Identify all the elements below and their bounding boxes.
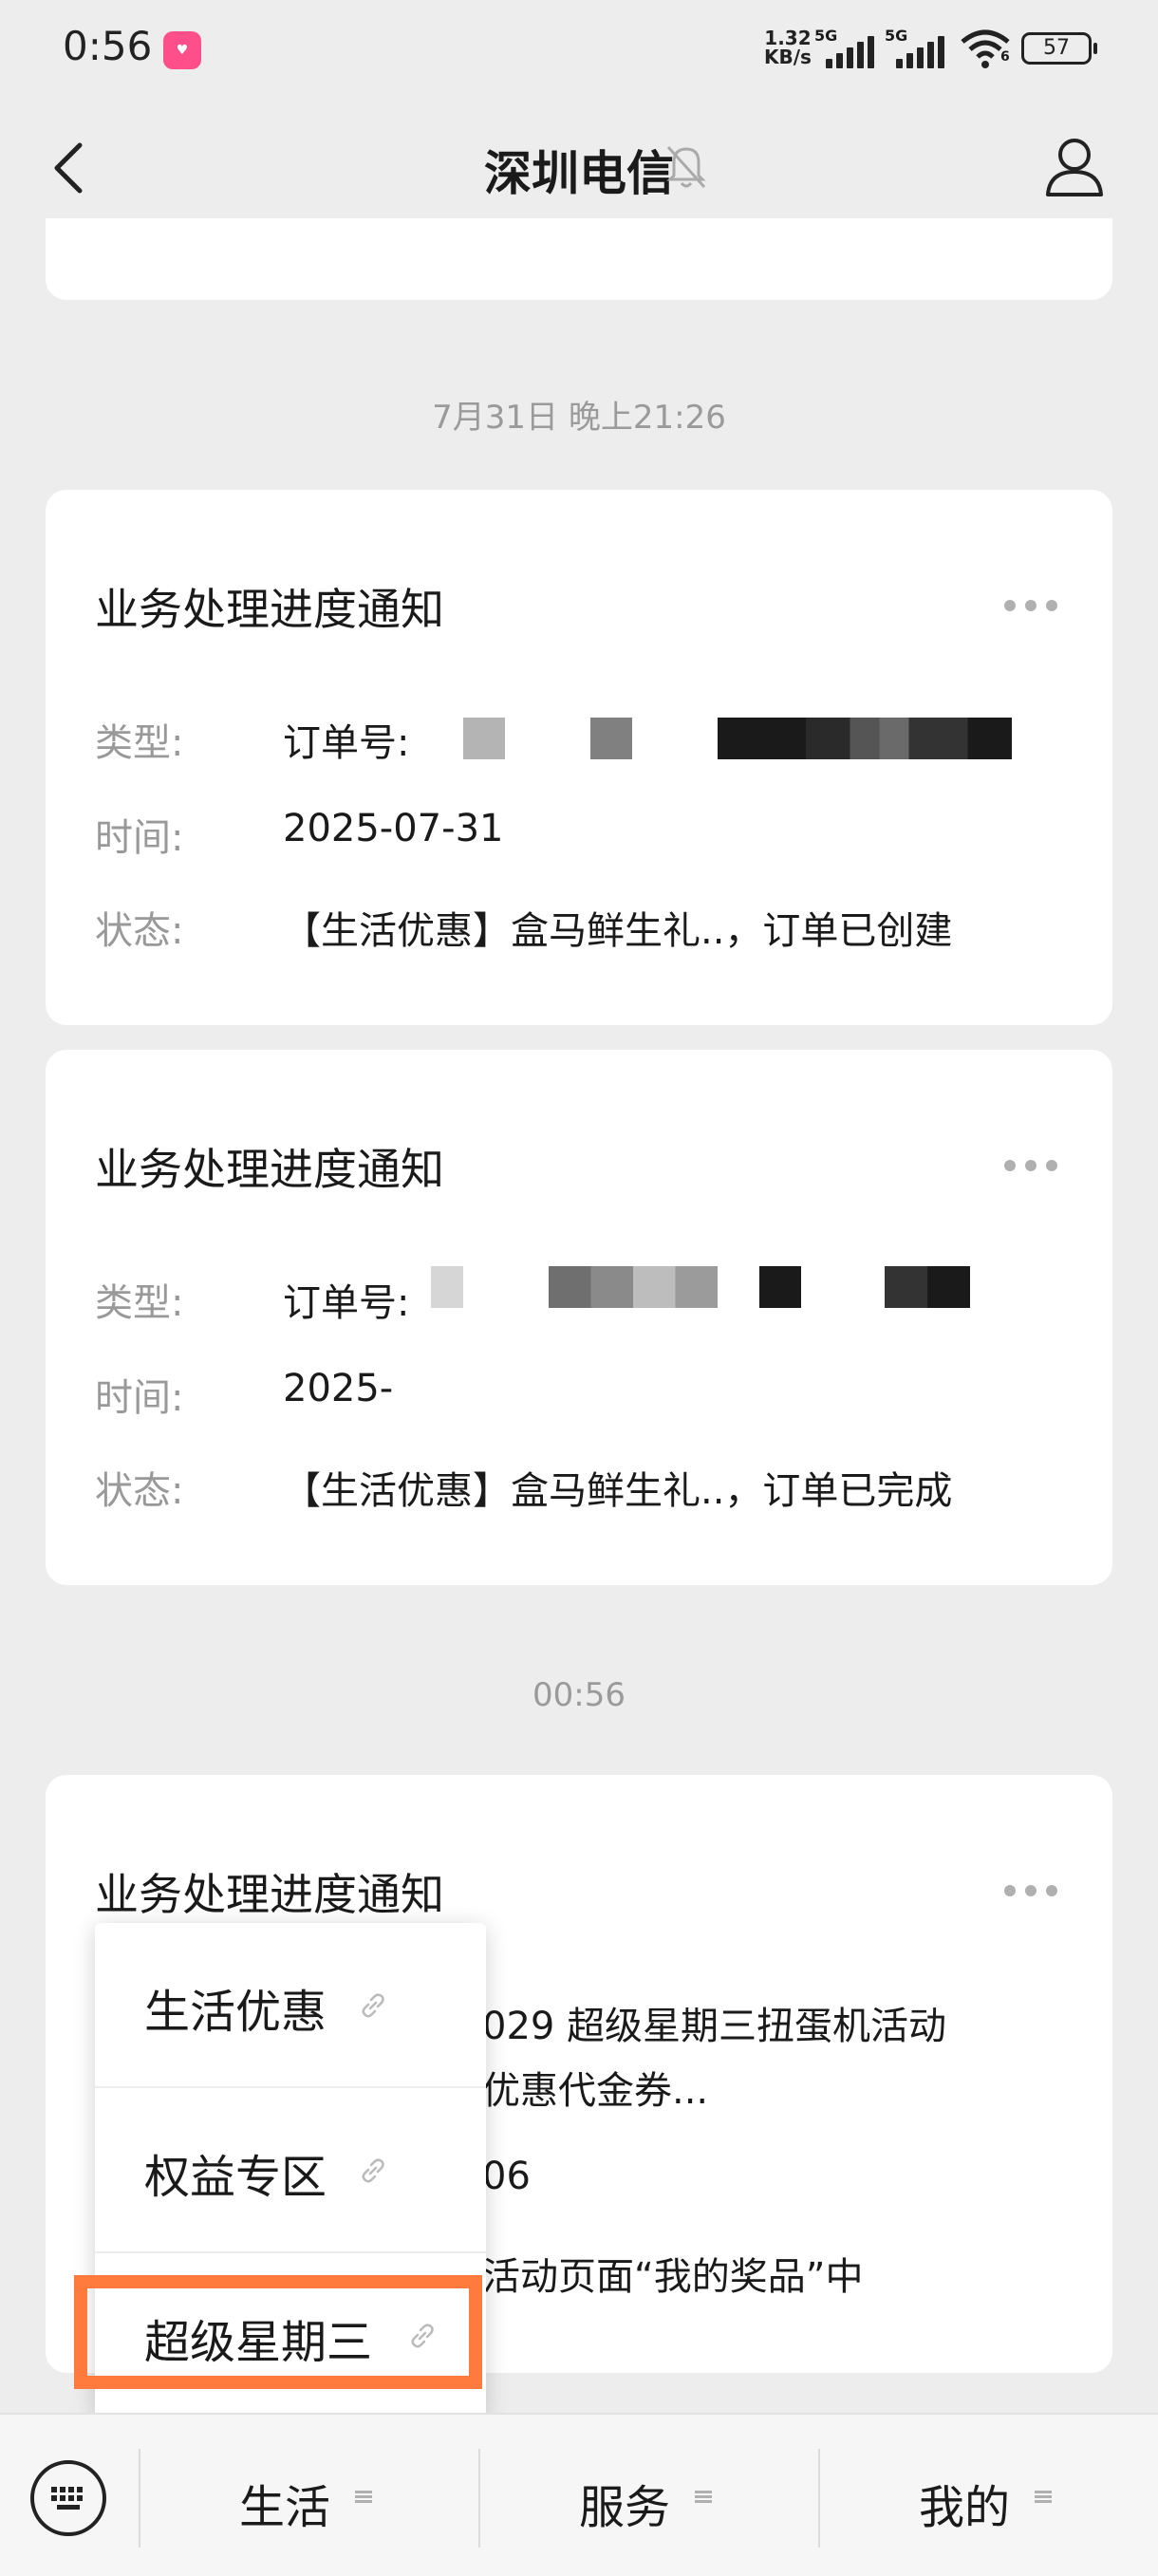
redacted-block	[431, 1266, 463, 1308]
wifi-band: 6	[1000, 49, 1010, 65]
more-options-icon[interactable]	[1004, 1885, 1059, 1898]
clock: 0:56	[63, 23, 153, 69]
link-icon	[362, 1993, 384, 2018]
time-value: 2025-07-31	[283, 807, 504, 850]
time-label: 时间:	[95, 816, 184, 860]
battery-icon: 57	[1021, 32, 1097, 65]
mute-bell-icon	[666, 145, 706, 189]
card-title: 业务处理进度通知	[95, 1144, 444, 1195]
menu-tab-life[interactable]: 生活	[140, 2415, 478, 2576]
type-label: 类型:	[95, 721, 184, 765]
card-line: 029 超级星期三扭蛋机活动	[482, 2005, 947, 2048]
type-value: 订单号:	[283, 721, 410, 765]
type-label: 类型:	[95, 1281, 184, 1325]
menu-tab-mine[interactable]: 我的	[820, 2415, 1158, 2576]
keyboard-icon[interactable]	[30, 2460, 106, 2536]
status-label: 状态:	[95, 909, 184, 953]
more-options-icon[interactable]	[1004, 600, 1059, 613]
message-card[interactable]: 业务处理进度通知 类型: 订单号: 时间: 2025- 状态: 【生活优惠】盒马…	[46, 1050, 1112, 1585]
menu-tab-service[interactable]: 服务	[480, 2415, 818, 2576]
menu-lines-icon	[695, 2491, 712, 2504]
card-line: 优惠代金券...	[482, 2069, 709, 2113]
redacted-block	[590, 718, 632, 759]
menu-lines-icon	[355, 2491, 372, 2504]
submenu-item[interactable]: 权益专区	[95, 2088, 486, 2251]
redacted-block	[718, 718, 1012, 759]
card-title: 业务处理进度通知	[95, 584, 444, 635]
message-card[interactable]: 业务处理进度通知 类型: 订单号: 时间: 2025-07-31 状态: 【生活…	[46, 490, 1112, 1025]
redacted-block	[759, 1266, 801, 1308]
type-value: 订单号:	[283, 1281, 410, 1325]
time-value: 2025-	[283, 1367, 394, 1410]
menu-lines-icon	[1035, 2491, 1052, 2504]
timestamp: 00:56	[532, 1676, 626, 1714]
status-bar: 0:56 ♥ 1.32 KB/s 5G 5G 6 57	[0, 0, 1158, 100]
more-options-icon[interactable]	[1004, 1160, 1059, 1173]
link-icon	[362, 2158, 384, 2183]
highlight-box	[74, 2275, 482, 2389]
card-line: 06	[482, 2155, 531, 2198]
bottom-menu-bar: 生活 服务 我的	[0, 2413, 1158, 2576]
card-title: 业务处理进度通知	[95, 1869, 444, 1920]
chat-title: 深圳电信	[484, 146, 674, 201]
status-label: 状态:	[95, 1469, 184, 1513]
network-speed: 1.32 KB/s	[764, 27, 812, 68]
chat-header: 深圳电信	[0, 100, 1158, 237]
redacted-block	[463, 718, 505, 759]
status-value: 【生活优惠】盒马鲜生礼..，订单已创建	[283, 909, 953, 953]
redacted-block	[549, 1266, 718, 1308]
timestamp: 7月31日 晚上21:26	[432, 399, 726, 437]
card-line: 活动页面“我的奖品”中	[482, 2255, 864, 2299]
app-notification-icon: ♥	[163, 31, 201, 69]
redacted-block	[885, 1266, 970, 1308]
profile-icon[interactable]	[1044, 134, 1105, 198]
status-value: 【生活优惠】盒马鲜生礼..，订单已完成	[283, 1469, 953, 1513]
submenu-item[interactable]: 生活优惠	[95, 1923, 486, 2086]
previous-message-card	[46, 218, 1112, 300]
time-label: 时间:	[95, 1376, 184, 1420]
